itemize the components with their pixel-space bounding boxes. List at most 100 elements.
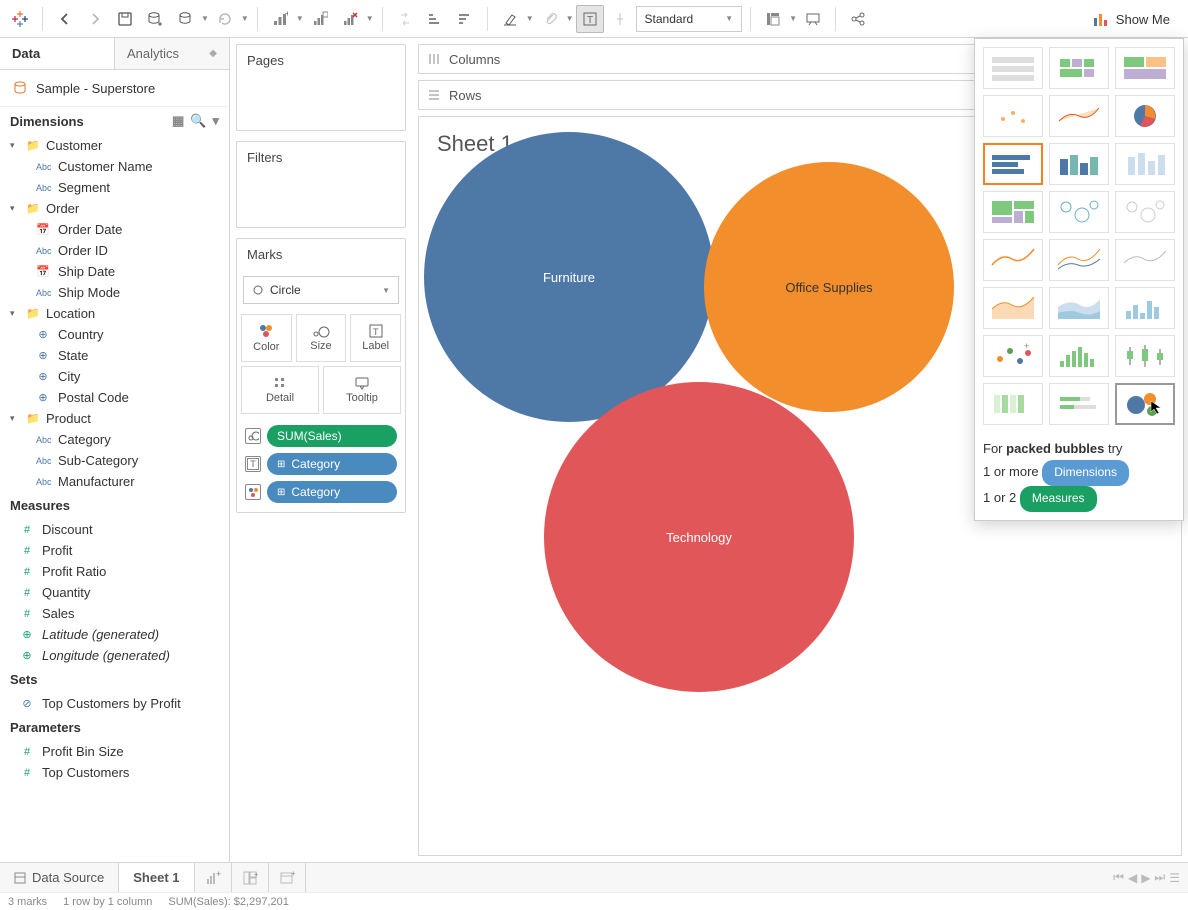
field-item[interactable]: #Sales <box>0 603 229 624</box>
showme-thumb[interactable] <box>983 287 1043 329</box>
clear-sheet-icon[interactable] <box>336 5 364 33</box>
showme-thumb[interactable] <box>1115 191 1175 233</box>
field-item[interactable]: ⊕State <box>0 345 229 366</box>
field-item[interactable]: AbcShip Mode <box>0 282 229 303</box>
bubble[interactable]: Furniture <box>424 132 714 422</box>
show-me-button[interactable]: Show Me <box>1082 4 1180 34</box>
new-story-icon[interactable]: + <box>269 863 306 892</box>
bubble[interactable]: Technology <box>544 382 854 692</box>
forward-icon[interactable] <box>81 5 109 33</box>
autoupdate-icon[interactable] <box>171 5 199 33</box>
new-dashboard-icon[interactable]: + <box>232 863 269 892</box>
field-item[interactable]: ⊕Latitude (generated) <box>0 624 229 645</box>
showme-thumb[interactable] <box>1049 287 1109 329</box>
showme-thumb[interactable] <box>1049 95 1109 137</box>
showme-thumb[interactable] <box>1115 287 1175 329</box>
field-group[interactable]: ▾📁Product <box>0 408 229 429</box>
tab-analytics[interactable]: Analytics◆ <box>115 38 229 69</box>
field-group[interactable]: ▾📁Location <box>0 303 229 324</box>
showme-thumb[interactable] <box>983 239 1043 281</box>
pill-row[interactable]: ⊞Category <box>239 478 403 506</box>
view-icon[interactable]: ▦ <box>172 113 184 129</box>
menu-icon[interactable]: ▾ <box>212 113 219 129</box>
tab-datasource[interactable]: Data Source <box>0 863 119 892</box>
field-item[interactable]: AbcSub-Category <box>0 450 229 471</box>
showme-thumb[interactable] <box>1115 47 1175 89</box>
field-item[interactable]: ⊕City <box>0 366 229 387</box>
tableau-logo-icon[interactable] <box>6 5 34 33</box>
field-item[interactable]: AbcSegment <box>0 177 229 198</box>
bubble[interactable]: Office Supplies <box>704 162 954 412</box>
field-item[interactable]: #Quantity <box>0 582 229 603</box>
field-item[interactable]: #Discount <box>0 519 229 540</box>
nav-tabs-icon[interactable]: ☰ <box>1169 871 1180 885</box>
highlighter-icon[interactable] <box>496 5 524 33</box>
showme-thumb[interactable] <box>1115 95 1175 137</box>
filters-shelf[interactable]: Filters <box>236 141 406 228</box>
pill-row[interactable]: SUM(Sales) <box>239 422 403 450</box>
sort-asc-icon[interactable] <box>421 5 449 33</box>
marks-size[interactable]: Size <box>296 314 347 362</box>
pages-shelf[interactable]: Pages <box>236 44 406 131</box>
showme-thumb[interactable] <box>1049 239 1109 281</box>
fit-select[interactable]: Standard▼ <box>636 6 743 32</box>
refresh-icon[interactable] <box>211 5 239 33</box>
nav-last-icon[interactable]: ⏭ <box>1154 870 1165 885</box>
nav-next-icon[interactable]: ▶ <box>1141 871 1150 885</box>
nav-prev-icon[interactable]: ◀ <box>1128 871 1137 885</box>
nav-first-icon[interactable]: ⏮ <box>1113 870 1124 885</box>
sort-desc-icon[interactable] <box>451 5 479 33</box>
marks-color[interactable]: Color <box>241 314 292 362</box>
field-group[interactable]: ▾📁Customer <box>0 135 229 156</box>
showme-thumb[interactable]: + <box>983 335 1043 377</box>
showme-thumb[interactable] <box>983 95 1043 137</box>
mark-type-select[interactable]: Circle ▼ <box>243 276 399 304</box>
showme-thumb[interactable] <box>983 47 1043 89</box>
field-item[interactable]: #Top Customers <box>0 762 229 783</box>
new-sheet-icon[interactable]: + <box>266 5 294 33</box>
field-item[interactable]: AbcOrder ID <box>0 240 229 261</box>
field-item[interactable]: 📅Ship Date <box>0 261 229 282</box>
pill[interactable]: SUM(Sales) <box>267 425 397 447</box>
datasource-row[interactable]: Sample - Superstore <box>0 70 229 107</box>
field-item[interactable]: #Profit <box>0 540 229 561</box>
save-icon[interactable] <box>111 5 139 33</box>
field-group[interactable]: ▾📁Order <box>0 198 229 219</box>
pin-icon[interactable] <box>606 5 634 33</box>
swap-icon[interactable] <box>391 5 419 33</box>
new-worksheet-icon[interactable]: + <box>195 863 232 892</box>
back-icon[interactable] <box>51 5 79 33</box>
field-item[interactable]: ⊘Top Customers by Profit <box>0 693 229 714</box>
field-item[interactable]: #Profit Ratio <box>0 561 229 582</box>
showme-thumb[interactable] <box>1115 335 1175 377</box>
presentation-icon[interactable] <box>799 5 827 33</box>
showme-thumb[interactable] <box>1049 383 1109 425</box>
attach-icon[interactable] <box>536 5 564 33</box>
showme-thumb[interactable] <box>983 143 1043 185</box>
marks-detail[interactable]: Detail <box>241 366 319 414</box>
new-datasource-icon[interactable] <box>141 5 169 33</box>
field-item[interactable]: 📅Order Date <box>0 219 229 240</box>
pill-row[interactable]: T⊞Category <box>239 450 403 478</box>
field-item[interactable]: ⊕Country <box>0 324 229 345</box>
search-icon[interactable]: 🔍 <box>190 113 206 129</box>
field-item[interactable]: AbcManufacturer <box>0 471 229 492</box>
showme-thumb[interactable] <box>1115 239 1175 281</box>
field-item[interactable]: #Profit Bin Size <box>0 741 229 762</box>
field-item[interactable]: AbcCustomer Name <box>0 156 229 177</box>
showme-thumb[interactable] <box>1049 47 1109 89</box>
tab-data[interactable]: Data <box>0 38 115 69</box>
showme-thumb[interactable] <box>983 191 1043 233</box>
share-icon[interactable] <box>844 5 872 33</box>
showme-thumb[interactable] <box>1115 383 1175 425</box>
field-item[interactable]: AbcCategory <box>0 429 229 450</box>
pill[interactable]: ⊞Category <box>267 481 397 503</box>
showme-thumb[interactable] <box>983 383 1043 425</box>
showme-thumb[interactable] <box>1049 191 1109 233</box>
marks-tooltip[interactable]: Tooltip <box>323 366 401 414</box>
showme-thumb[interactable] <box>1049 335 1109 377</box>
showme-thumb[interactable] <box>1049 143 1109 185</box>
duplicate-icon[interactable] <box>306 5 334 33</box>
marks-label[interactable]: TLabel <box>350 314 401 362</box>
tab-sheet1[interactable]: Sheet 1 <box>119 863 194 892</box>
